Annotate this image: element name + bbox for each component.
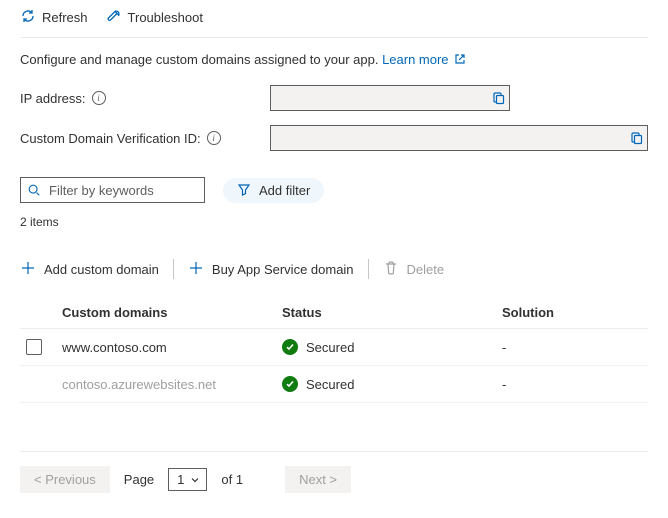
learn-more-link[interactable]: Learn more	[382, 52, 466, 67]
plus-icon	[20, 260, 36, 279]
separator	[368, 259, 369, 279]
cdv-field[interactable]	[270, 125, 648, 151]
ip-address-label: IP address:	[20, 91, 86, 106]
refresh-button[interactable]: Refresh	[20, 8, 88, 27]
trash-icon	[383, 260, 399, 279]
separator	[173, 259, 174, 279]
status-cell: Secured	[306, 377, 354, 392]
buy-app-service-domain-button[interactable]: Buy App Service domain	[188, 260, 354, 279]
row-checkbox[interactable]	[26, 339, 42, 355]
add-filter-button[interactable]: Add filter	[223, 178, 324, 203]
column-custom-domains[interactable]: Custom domains	[62, 305, 282, 320]
plus-icon	[188, 260, 204, 279]
search-icon	[27, 183, 41, 197]
cdv-label: Custom Domain Verification ID:	[20, 131, 201, 146]
troubleshoot-button[interactable]: Troubleshoot	[106, 8, 203, 27]
wrench-icon	[106, 8, 122, 27]
ip-address-field[interactable]	[270, 85, 510, 111]
copy-icon[interactable]	[492, 91, 506, 105]
check-circle-icon	[282, 339, 298, 355]
domain-cell: contoso.azurewebsites.net	[62, 377, 282, 392]
previous-page-button: < Previous	[20, 466, 110, 493]
domain-cell: www.contoso.com	[62, 340, 282, 355]
check-circle-icon	[282, 376, 298, 392]
info-icon[interactable]: i	[92, 91, 106, 105]
info-icon[interactable]: i	[207, 131, 221, 145]
status-cell: Secured	[306, 340, 354, 355]
table-row[interactable]: www.contoso.com Secured -	[20, 329, 648, 366]
page-label: Page	[124, 472, 154, 487]
add-custom-domain-button[interactable]: Add custom domain	[20, 260, 159, 279]
delete-button: Delete	[383, 260, 445, 279]
external-link-icon	[452, 52, 466, 67]
filter-icon	[237, 182, 251, 199]
page-select[interactable]: 1	[168, 468, 207, 491]
intro-text: Configure and manage custom domains assi…	[20, 52, 648, 67]
copy-icon[interactable]	[630, 131, 644, 145]
column-solution[interactable]: Solution	[502, 305, 648, 320]
refresh-icon	[20, 8, 36, 27]
troubleshoot-label: Troubleshoot	[128, 10, 203, 25]
next-page-button: Next >	[285, 466, 351, 493]
item-count: 2 items	[20, 215, 648, 229]
solution-cell: -	[502, 340, 648, 355]
page-of-label: of 1	[221, 472, 243, 487]
filter-input[interactable]	[20, 177, 205, 203]
table-row[interactable]: contoso.azurewebsites.net Secured -	[20, 366, 648, 403]
column-status[interactable]: Status	[282, 305, 502, 320]
solution-cell: -	[502, 377, 648, 392]
refresh-label: Refresh	[42, 10, 88, 25]
